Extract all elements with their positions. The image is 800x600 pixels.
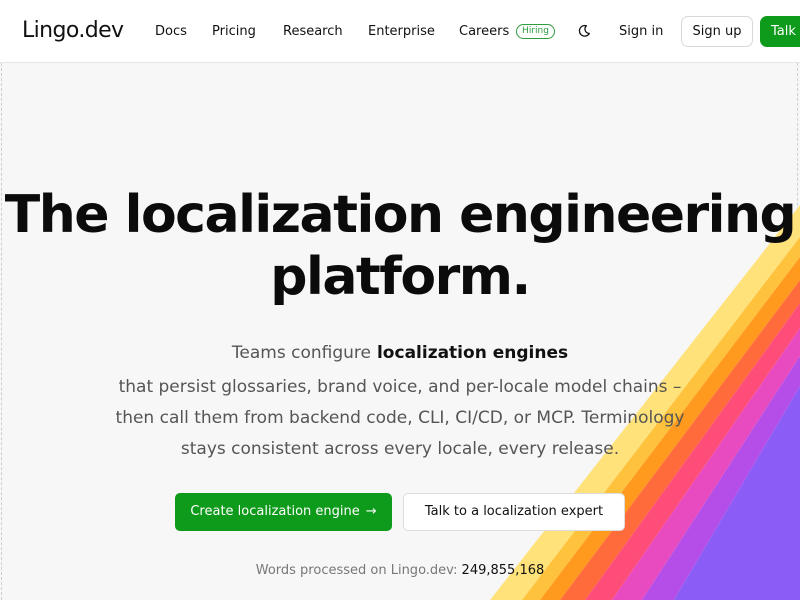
hero-subtitle-highlight: localization engines xyxy=(376,343,569,363)
hero-title: The localization engineering platform. xyxy=(0,184,800,308)
words-processed-label: Words processed on Lingo.dev: xyxy=(255,563,458,578)
logo[interactable]: Lingo.dev xyxy=(22,17,124,45)
moon-icon[interactable] xyxy=(577,24,591,38)
hero-title-line-2: platform. xyxy=(270,247,531,307)
sign-up-button[interactable]: Sign up xyxy=(681,16,753,47)
nav-link-docs[interactable]: Docs xyxy=(155,23,187,40)
hero-description-line-1: that persist glossaries, brand voice, an… xyxy=(118,377,682,397)
talk-button[interactable]: Talk xyxy=(760,16,800,47)
create-localization-engine-button[interactable]: Create localization engine → xyxy=(175,493,392,531)
nav-link-research[interactable]: Research xyxy=(283,23,343,40)
hero-description: that persist glossaries, brand voice, an… xyxy=(90,372,710,465)
hero-subtitle-prefix: Teams configure xyxy=(231,343,371,363)
words-processed-counter: Words processed on Lingo.dev: 249,855,168 xyxy=(0,562,800,580)
top-navigation: Lingo.dev Docs Pricing Research Enterpri… xyxy=(0,0,800,63)
hero-subtitle: Teams configure localization engines xyxy=(0,341,800,365)
hiring-badge: Hiring xyxy=(516,24,555,39)
create-localization-engine-label: Create localization engine xyxy=(190,504,360,519)
arrow-right-icon: → xyxy=(365,504,377,519)
words-processed-count: 249,855,168 xyxy=(461,563,545,578)
talk-to-expert-button[interactable]: Talk to a localization expert xyxy=(403,493,625,531)
nav-link-careers[interactable]: Careers xyxy=(459,23,509,40)
hero-title-line-1: The localization engineering xyxy=(4,185,797,245)
hero-description-line-2: then call them from backend code, CLI, C… xyxy=(115,408,685,428)
nav-link-pricing[interactable]: Pricing xyxy=(212,23,256,40)
sign-in-link[interactable]: Sign in xyxy=(619,23,663,40)
nav-link-enterprise[interactable]: Enterprise xyxy=(368,23,435,40)
hero-description-line-3: stays consistent across every locale, ev… xyxy=(180,439,620,459)
